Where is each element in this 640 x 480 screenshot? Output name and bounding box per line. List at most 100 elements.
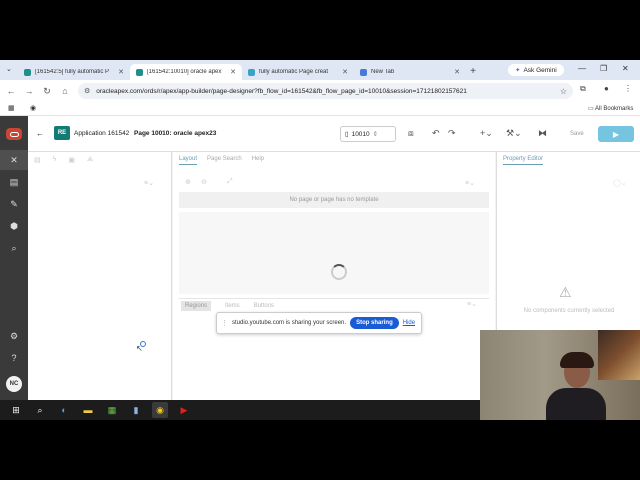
app-icon[interactable]: ▮ (128, 402, 144, 418)
tab-items[interactable]: Items (225, 303, 240, 309)
browser-tab-2[interactable]: [161542:10010] oracle apex ✕ (130, 64, 242, 80)
restore-icon[interactable]: ❐ (600, 64, 607, 73)
minimize-icon[interactable]: — (578, 64, 586, 73)
administration-icon[interactable]: ⚙ (0, 326, 28, 346)
oracle-logo[interactable] (0, 124, 28, 144)
all-bookmarks-label: All Bookmarks (595, 106, 634, 112)
url-text: oracleapex.com/ords/r/apex/app-builder/p… (96, 87, 467, 95)
windows-taskbar: ⊞ ⌕ ◐ ▬ ▦ ▮ ◉ ▶ (0, 400, 480, 420)
sharing-message: studio.youtube.com is sharing your scree… (232, 320, 347, 326)
close-tab-icon[interactable]: ✕ (230, 68, 236, 76)
run-page-button[interactable]: ▶ (598, 126, 634, 142)
tab-title: New Tab (371, 69, 395, 75)
tab-favicon-icon (136, 68, 143, 76)
zoom-out-icon[interactable]: ⊖ (201, 178, 207, 186)
stop-sharing-button[interactable]: Stop sharing (350, 317, 399, 329)
address-bar[interactable]: ⚙ oracleapex.com/ords/r/apex/app-builder… (78, 83, 573, 99)
store-icon[interactable]: ▦ (104, 402, 120, 418)
back-icon[interactable]: ← (2, 86, 20, 96)
page-selector[interactable]: ▯ 10010 ⇕ (340, 126, 396, 142)
app-badge[interactable]: RE (54, 126, 70, 140)
file-explorer-icon[interactable]: ▬ (80, 402, 96, 418)
globe-icon[interactable]: ◉ (30, 104, 36, 112)
browser-tab-3[interactable]: fully automatic Page creat ✕ (242, 64, 354, 80)
close-tab-icon[interactable]: ✕ (118, 68, 124, 76)
youtube-icon[interactable]: ▶ (176, 402, 192, 418)
fit-icon[interactable]: ⤢ (227, 178, 233, 186)
undo-icon[interactable]: ↶ (432, 128, 440, 139)
layout-menu-icon[interactable]: ≡⌄ (465, 179, 475, 187)
forward-icon[interactable]: → (20, 86, 38, 96)
layout-grid (179, 212, 489, 294)
extensions-icon[interactable]: ⧉ (580, 84, 586, 94)
sql-workshop-icon[interactable]: ▤ (0, 172, 28, 192)
rendering-tab-icon[interactable]: ▤ (34, 156, 41, 164)
apps-icon[interactable]: ▦ (8, 104, 15, 112)
lock-icon[interactable]: ⧈ (408, 128, 414, 139)
tab-page-search[interactable]: Page Search (207, 156, 242, 165)
search-icon[interactable]: ⌕ (0, 238, 28, 258)
tab-buttons[interactable]: Buttons (254, 303, 274, 309)
close-window-icon[interactable]: ✕ (622, 64, 629, 73)
reload-icon[interactable]: ↻ (38, 86, 56, 97)
site-info-icon[interactable]: ⚙ (84, 87, 90, 95)
apex-left-nav: ✕ ▤ ✎ ⬢ ⌕ ⚙ ? NC (0, 116, 28, 420)
help-icon[interactable]: ? (0, 348, 28, 368)
tab-search-icon[interactable]: ⌄ (6, 65, 12, 73)
gallery-menu-icon[interactable]: ≡⌄ (467, 300, 477, 308)
menu-icon[interactable]: ⋮ (624, 84, 632, 93)
user-avatar[interactable]: NC (6, 376, 22, 392)
hide-link[interactable]: Hide (403, 320, 415, 326)
back-arrow-icon[interactable]: ← (36, 129, 44, 138)
shared-tab-icon[interactable]: ⟁ (87, 156, 93, 164)
browser-tab-1[interactable]: [161542:5] fully automatic P ✕ (18, 64, 130, 80)
zoom-in-icon[interactable]: ⊕ (185, 178, 191, 186)
create-menu-icon[interactable]: +⌄ (480, 128, 493, 139)
browser-tab-4[interactable]: New Tab ✕ (354, 64, 466, 80)
tab-help[interactable]: Help (252, 156, 264, 165)
tab-layout[interactable]: Layout (179, 156, 198, 165)
gallery-icon[interactable]: ⬢ (0, 216, 28, 236)
tab-title: fully automatic Page creat (259, 69, 329, 75)
application-label[interactable]: Application 161542 (74, 130, 129, 137)
search-icon[interactable]: ⌕ (32, 402, 48, 418)
pane-menu-icon[interactable]: ≡⌄ (144, 179, 154, 187)
redo-icon[interactable]: ↷ (448, 128, 456, 139)
wall-painting (598, 330, 640, 380)
close-tab-icon[interactable]: ✕ (454, 68, 460, 76)
tab-regions[interactable]: Regions (181, 300, 212, 311)
profile-avatar[interactable]: ● (604, 84, 609, 93)
shared-components-icon[interactable]: ⧓ (538, 128, 547, 139)
loading-spinner-icon (331, 264, 347, 280)
folder-icon: ▭ (588, 106, 596, 112)
gemini-icon: ✦ (515, 67, 521, 74)
save-button[interactable]: Save (564, 126, 590, 142)
presenter-hair (560, 352, 594, 368)
close-tab-icon[interactable]: ✕ (342, 68, 348, 76)
processing-tab-icon[interactable]: ▣ (68, 156, 75, 164)
edge-icon[interactable]: ◐ (56, 402, 72, 418)
windows-start-icon[interactable]: ⊞ (8, 402, 24, 418)
ask-gemini-label: Ask Gemini (523, 66, 557, 74)
page-label: Page 10010: oracle apex23 (134, 130, 217, 137)
drag-handle-icon[interactable]: ⋮ (221, 319, 228, 327)
layout-pane: Layout Page Search Help ⊕ ⊖ ⤢ ≡⌄ No page… (173, 152, 495, 420)
tab-title: [161542:5] fully automatic P (35, 69, 110, 75)
bookmark-star-icon[interactable]: ☆ (560, 87, 567, 96)
app-builder-icon[interactable]: ✕ (0, 150, 28, 170)
ask-gemini-button[interactable]: ✦ Ask Gemini (508, 64, 564, 76)
new-tab-button[interactable]: + (466, 66, 480, 77)
dynamic-actions-tab-icon[interactable]: ϟ (53, 156, 57, 164)
chrome-icon[interactable]: ◉ (152, 402, 168, 418)
property-menu-icon[interactable]: ◯⌄ (613, 179, 627, 187)
team-development-icon[interactable]: ✎ (0, 194, 28, 214)
presenter-body (546, 388, 606, 420)
tab-title: [161542:10010] oracle apex (147, 69, 222, 75)
utilities-icon[interactable]: ⚒⌄ (506, 128, 522, 139)
busy-cursor-icon (140, 341, 146, 347)
home-icon[interactable]: ⌂ (56, 86, 74, 96)
tab-property-editor[interactable]: Property Editor (503, 156, 544, 165)
tab-favicon-icon (24, 68, 31, 76)
browser-tab-bar: ⌄ [161542:5] fully automatic P ✕ [161542… (0, 60, 640, 80)
all-bookmarks[interactable]: ▭ All Bookmarks (588, 105, 633, 112)
